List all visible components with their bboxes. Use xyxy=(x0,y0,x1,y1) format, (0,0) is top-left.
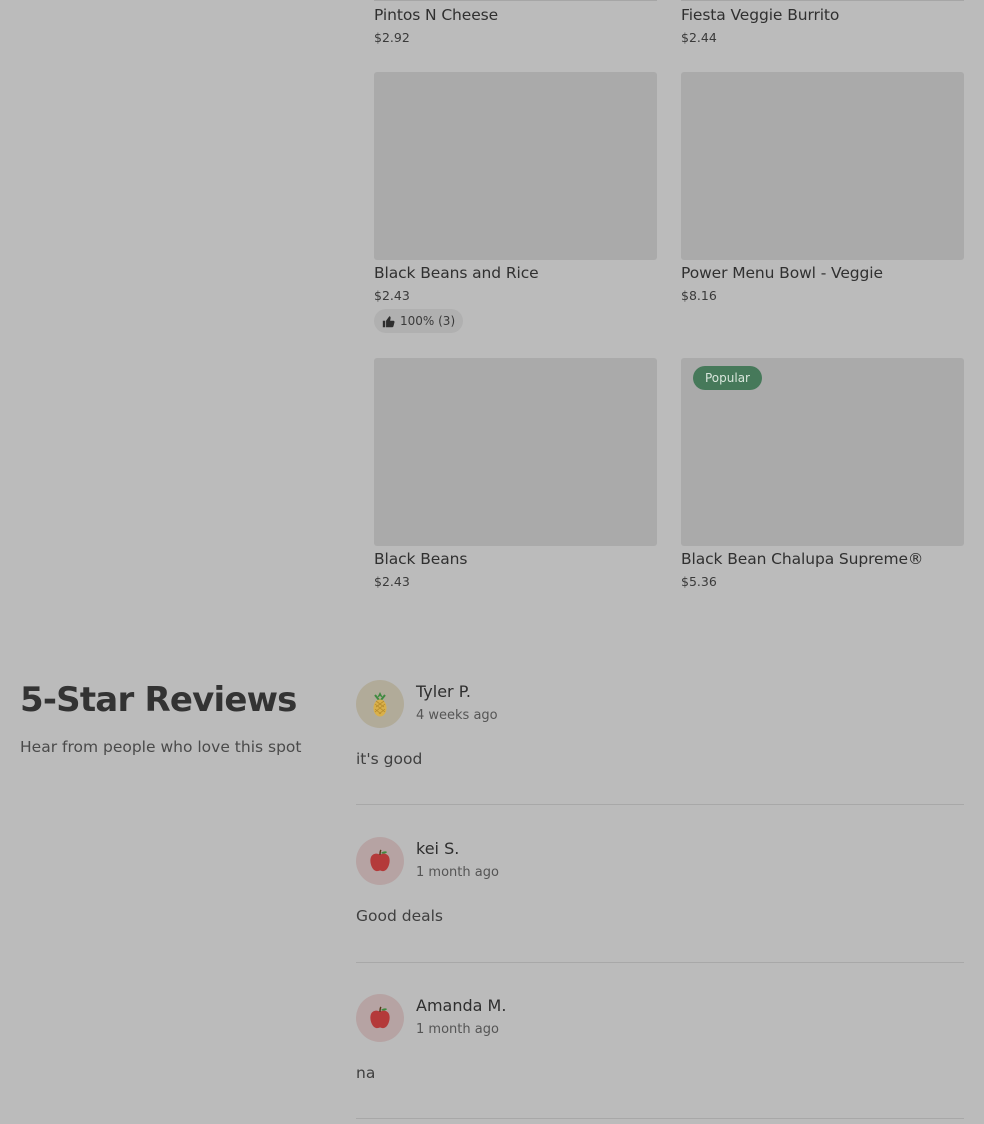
menu-item-name: Pintos N Cheese xyxy=(374,6,499,24)
menu-item-image xyxy=(374,358,657,546)
menu-item-price: $2.44 xyxy=(681,30,717,45)
apple-icon xyxy=(370,1006,390,1029)
review-time: 1 month ago xyxy=(416,1022,499,1037)
reviews-subtitle: Hear from people who love this spot xyxy=(20,738,302,756)
menu-item-image xyxy=(681,72,964,260)
menu-item-price: $5.36 xyxy=(681,574,717,589)
apple-icon xyxy=(370,849,390,872)
menu-item-price: $2.92 xyxy=(374,30,410,45)
review-time: 1 month ago xyxy=(416,865,499,880)
pineapple-icon xyxy=(373,692,387,717)
menu-item-name: Black Beans xyxy=(374,550,468,568)
avatar xyxy=(356,837,404,885)
image-edge xyxy=(681,0,964,1)
avatar xyxy=(356,994,404,1042)
reviewer-name: kei S. xyxy=(416,839,460,858)
menu-item-price: $2.43 xyxy=(374,574,410,589)
avatar xyxy=(356,680,404,728)
rating-badge: 100% (3) xyxy=(374,309,464,333)
review-text: Good deals xyxy=(356,907,443,925)
divider xyxy=(356,962,964,963)
divider xyxy=(356,1118,964,1119)
menu-item-name: Black Bean Chalupa Supreme® xyxy=(681,550,924,568)
review-text: na xyxy=(356,1064,376,1082)
menu-item-price: $8.16 xyxy=(681,288,717,303)
reviews-title: 5-Star Reviews xyxy=(20,680,297,720)
review-text: it's good xyxy=(356,750,423,768)
popular-badge: Popular xyxy=(693,366,762,390)
rating-text: 100% (3) xyxy=(400,314,456,328)
menu-item-price: $2.43 xyxy=(374,288,410,303)
reviewer-name: Tyler P. xyxy=(416,682,471,701)
menu-item-name: Fiesta Veggie Burrito xyxy=(681,6,840,24)
menu-item-name: Black Beans and Rice xyxy=(374,264,539,282)
reviews-header: 5-Star Reviews Hear from people who love… xyxy=(20,680,301,756)
divider xyxy=(356,804,964,805)
reviewer-name: Amanda M. xyxy=(416,996,507,1015)
thumbs-up-icon xyxy=(382,315,395,327)
menu-item-name: Power Menu Bowl - Veggie xyxy=(681,264,883,282)
image-edge xyxy=(374,0,657,1)
menu-item-image xyxy=(374,72,657,260)
review-time: 4 weeks ago xyxy=(416,708,498,723)
